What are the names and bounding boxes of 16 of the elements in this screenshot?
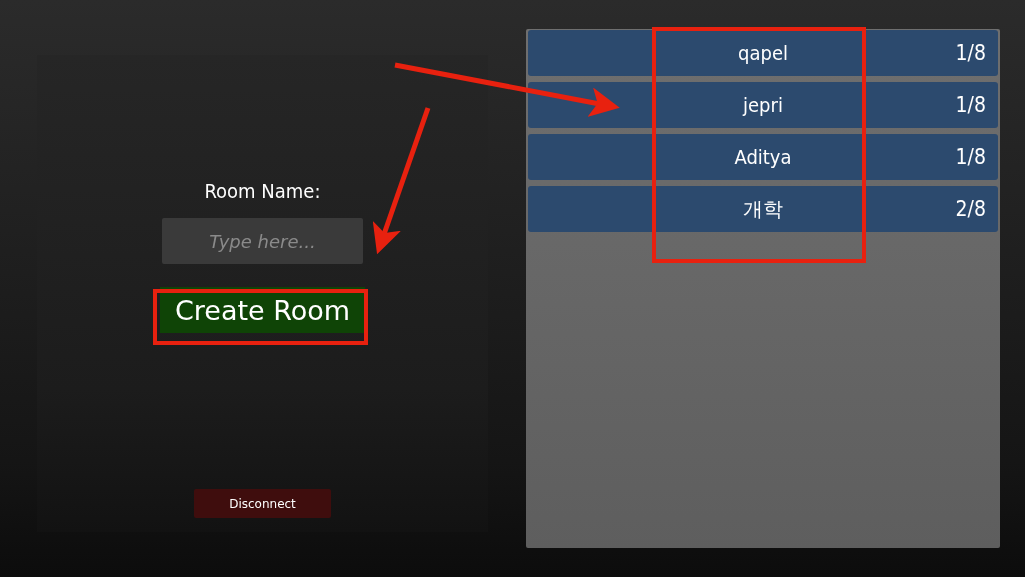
room-row[interactable]: 개학 2/8 bbox=[528, 186, 998, 232]
room-name: 개학 bbox=[743, 195, 783, 223]
disconnect-button[interactable]: Disconnect bbox=[194, 489, 331, 518]
player-count: 1/8 bbox=[955, 41, 986, 65]
room-name-field[interactable]: Type here... bbox=[162, 218, 363, 264]
player-count: 1/8 bbox=[955, 93, 986, 117]
create-room-button[interactable]: Create Room bbox=[160, 287, 365, 333]
room-name: jepri bbox=[743, 93, 783, 117]
player-count: 1/8 bbox=[955, 145, 986, 169]
room-name: Aditya bbox=[734, 145, 792, 169]
player-count: 2/8 bbox=[955, 197, 986, 221]
room-name-label: Room Name: bbox=[204, 179, 321, 203]
room-name: qapel bbox=[738, 41, 788, 65]
room-row[interactable]: qapel 1/8 bbox=[528, 30, 998, 76]
room-row[interactable]: jepri 1/8 bbox=[528, 82, 998, 128]
room-row[interactable]: Aditya 1/8 bbox=[528, 134, 998, 180]
